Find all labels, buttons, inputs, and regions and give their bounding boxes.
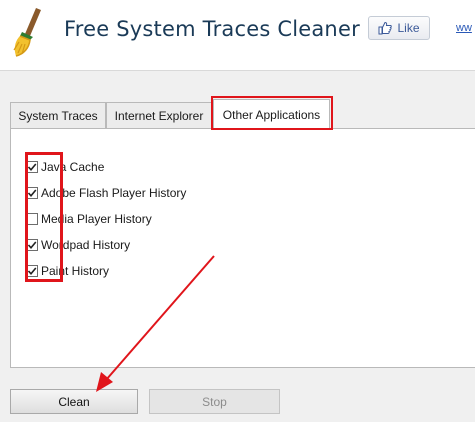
facebook-like-button[interactable]: Like	[368, 16, 430, 40]
website-link[interactable]: ww	[456, 22, 472, 34]
option-paint[interactable]: Paint History	[26, 264, 109, 278]
clean-button[interactable]: Clean	[10, 389, 138, 414]
header: Free System Traces Cleaner Like ww	[0, 0, 475, 71]
app-title: Free System Traces Cleaner	[64, 17, 360, 41]
option-wordpad[interactable]: Wordpad History	[26, 238, 130, 252]
tab-internet-explorer[interactable]: Internet Explorer	[106, 102, 212, 128]
broom-icon	[13, 8, 41, 57]
java-cache-checkbox[interactable]	[26, 161, 38, 173]
wordpad-checkbox[interactable]	[26, 239, 38, 251]
paint-label: Paint History	[41, 264, 110, 278]
option-adobe-flash[interactable]: Adobe Flash Player History	[26, 186, 186, 200]
tab-system-traces[interactable]: System Traces	[10, 102, 106, 128]
adobe-flash-checkbox[interactable]	[26, 187, 38, 199]
wordpad-label: Wordpad History	[41, 238, 131, 252]
option-java-cache[interactable]: Java Cache	[26, 160, 104, 174]
stop-button[interactable]: Stop	[149, 389, 280, 414]
option-media-player[interactable]: Media Player History	[26, 212, 152, 226]
thumbs-up-icon	[378, 21, 393, 35]
media-player-checkbox[interactable]	[26, 213, 38, 225]
tab-other-applications[interactable]: Other Applications	[213, 99, 330, 129]
adobe-flash-label: Adobe Flash Player History	[41, 186, 187, 200]
java-cache-label: Java Cache	[41, 160, 105, 174]
paint-checkbox[interactable]	[26, 265, 38, 277]
media-player-label: Media Player History	[41, 212, 152, 226]
like-label: Like	[397, 21, 420, 35]
